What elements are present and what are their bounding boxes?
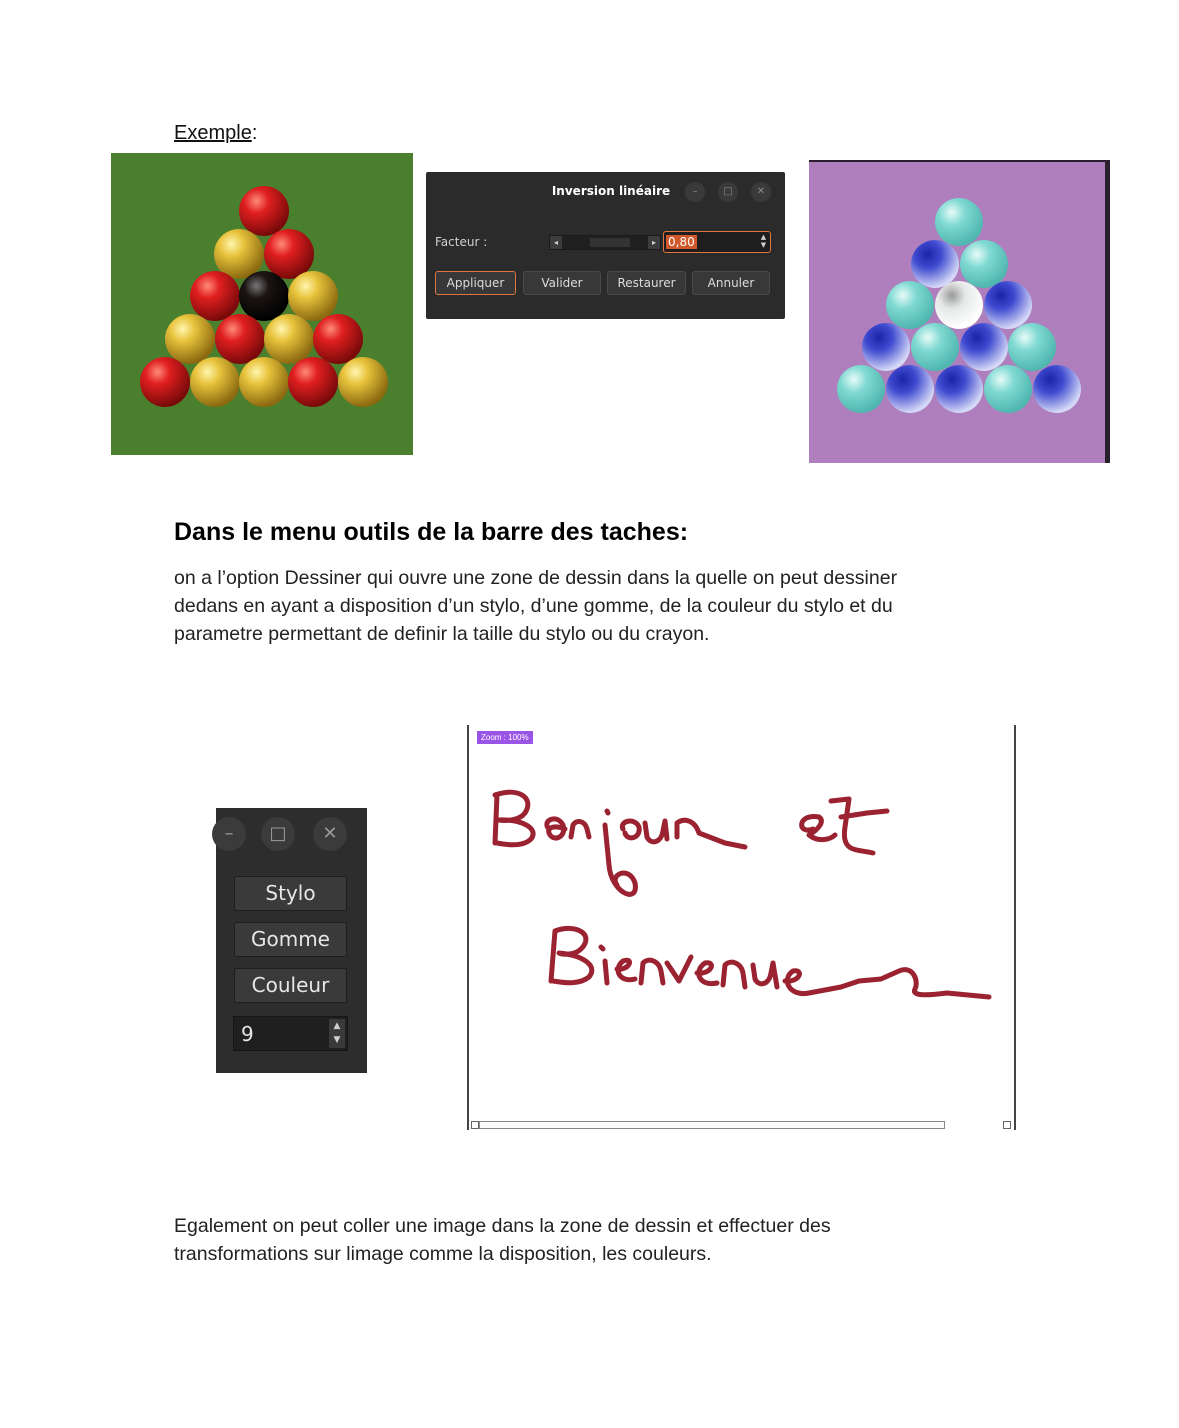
handwriting-drawing xyxy=(492,789,992,1000)
stroke-o2 xyxy=(619,818,642,841)
stroke-e xyxy=(799,814,838,843)
dialog-title: Inversion linéaire xyxy=(551,184,671,198)
pen-size-value[interactable]: 9 xyxy=(241,1020,254,1048)
stroke-e3 xyxy=(694,960,720,987)
example-label: Exemple: xyxy=(174,122,258,144)
maximize-icon[interactable]: □ xyxy=(261,817,295,851)
pen-size-spinbox[interactable]: 9 ▲ ▼ xyxy=(233,1016,348,1051)
stroke-t xyxy=(828,796,890,856)
paragraph-line: parametre permettant de definir la taill… xyxy=(174,623,710,645)
paragraph-line: dedans en ayant a disposition d’un stylo… xyxy=(174,595,893,617)
resize-handle-right-icon[interactable] xyxy=(1003,1121,1011,1129)
stroke-r xyxy=(674,817,748,850)
eraser-button[interactable]: Gomme xyxy=(234,922,347,957)
slider-right-arrow-icon[interactable]: ▸ xyxy=(648,236,660,249)
close-icon[interactable]: ✕ xyxy=(751,182,771,202)
stroke-n3 xyxy=(720,959,748,990)
slider-left-arrow-icon[interactable]: ◂ xyxy=(550,236,562,249)
minimize-icon[interactable]: – xyxy=(685,182,705,202)
footer-paragraph: Egalement on peut coller une image dans … xyxy=(174,1212,831,1268)
factor-value[interactable]: 0,80 xyxy=(666,235,697,249)
factor-spinbox[interactable]: 0,80 ▲ ▼ xyxy=(663,231,771,253)
color-button[interactable]: Couleur xyxy=(234,968,347,1003)
validate-button[interactable]: Valider xyxy=(523,271,601,295)
paragraph-line: on a l’option Dessiner qui ouvre une zon… xyxy=(174,567,898,589)
slider-groove[interactable] xyxy=(590,238,630,247)
paragraph-line: transformations sur limage comme la disp… xyxy=(174,1243,712,1265)
restore-button[interactable]: Restaurer xyxy=(607,271,686,295)
spin-arrows-icon[interactable]: ▲ ▼ xyxy=(759,233,768,249)
billiard-original-image xyxy=(111,153,413,455)
close-icon[interactable]: ✕ xyxy=(313,817,347,851)
stroke-o xyxy=(544,816,568,841)
billiard-inverted-image xyxy=(809,160,1110,463)
stroke-v xyxy=(664,954,694,984)
stroke-u2 xyxy=(750,960,780,990)
stroke-B xyxy=(492,789,536,848)
paragraph-line: Egalement on peut coller une image dans … xyxy=(174,1215,831,1237)
section-heading: Dans le menu outils de la barre des tach… xyxy=(174,518,689,546)
factor-label: Facteur : xyxy=(435,235,488,249)
cancel-button[interactable]: Annuler xyxy=(692,271,770,295)
pen-button[interactable]: Stylo xyxy=(234,876,347,911)
stroke-n xyxy=(568,819,592,840)
factor-slider[interactable]: ◂ ▸ xyxy=(549,235,661,250)
horizontal-scrollbar[interactable] xyxy=(479,1121,945,1129)
section-paragraph: on a l’option Dessiner qui ouvre une zon… xyxy=(174,564,897,648)
stroke-n2 xyxy=(638,957,666,986)
maximize-icon[interactable]: □ xyxy=(718,182,738,202)
stroke-i xyxy=(598,944,610,986)
drawing-canvas[interactable]: Zoom : 100% xyxy=(467,725,1016,1130)
stroke-e2 xyxy=(614,957,638,983)
resize-handle-left-icon[interactable] xyxy=(471,1121,479,1129)
minimize-icon[interactable]: – xyxy=(212,817,246,851)
inversion-dialog: Inversion linéaire – □ ✕ Facteur : ◂ ▸ 0… xyxy=(426,172,785,319)
stroke-u xyxy=(642,818,670,845)
stroke-B2 xyxy=(548,925,595,986)
apply-button[interactable]: Appliquer xyxy=(435,271,516,295)
stroke-e4 xyxy=(782,967,992,1000)
spin-arrows-icon[interactable]: ▲ ▼ xyxy=(329,1019,345,1048)
tool-palette: – □ ✕ Stylo Gomme Couleur 9 ▲ ▼ xyxy=(212,808,367,1073)
